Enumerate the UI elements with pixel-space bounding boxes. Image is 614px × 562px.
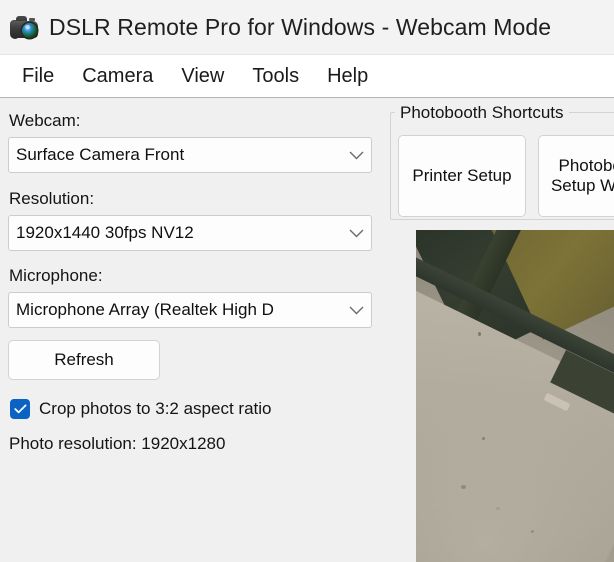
printer-setup-button[interactable]: Printer Setup (398, 135, 526, 217)
microphone-label: Microphone: (9, 266, 103, 285)
title-bar: DSLR Remote Pro for Windows - Webcam Mod… (0, 0, 614, 55)
microphone-select-value: Microphone Array (Realtek High D (16, 300, 274, 319)
chevron-down-icon (341, 151, 371, 160)
chevron-down-icon (341, 306, 371, 315)
webcam-select-value: Surface Camera Front (16, 145, 185, 164)
app-window: DSLR Remote Pro for Windows - Webcam Mod… (0, 0, 614, 562)
settings-panel: Webcam: Surface Camera Front Resolution:… (0, 99, 384, 562)
crop-photos-checkbox[interactable]: Crop photos to 3:2 aspect ratio (10, 399, 271, 419)
webcam-label: Webcam: (9, 111, 81, 130)
photobooth-shortcuts-title: Photobooth Shortcuts (395, 103, 569, 123)
photobooth-setup-wizard-button[interactable]: Photobooth Setup Wizard (538, 135, 614, 217)
resolution-label: Resolution: (9, 189, 95, 208)
chevron-down-icon (341, 229, 371, 238)
menu-item-help[interactable]: Help (313, 63, 382, 90)
camera-icon (10, 14, 40, 40)
menu-item-view[interactable]: View (167, 63, 238, 90)
menu-item-tools[interactable]: Tools (238, 63, 313, 90)
refresh-button[interactable]: Refresh (8, 340, 160, 380)
menu-item-camera[interactable]: Camera (68, 63, 167, 90)
crop-photos-label: Crop photos to 3:2 aspect ratio (39, 399, 272, 418)
menu-bar: File Camera View Tools Help (0, 55, 614, 98)
microphone-select[interactable]: Microphone Array (Realtek High D (8, 292, 372, 328)
webcam-select[interactable]: Surface Camera Front (8, 137, 372, 173)
checkmark-icon (10, 399, 30, 419)
webcam-live-preview[interactable] (416, 230, 614, 562)
resolution-select-value: 1920x1440 30fps NV12 (16, 223, 194, 242)
photo-resolution-text: Photo resolution: 1920x1280 (9, 434, 226, 453)
menu-item-file[interactable]: File (8, 63, 68, 90)
resolution-select[interactable]: 1920x1440 30fps NV12 (8, 215, 372, 251)
window-title: DSLR Remote Pro for Windows - Webcam Mod… (49, 13, 552, 40)
